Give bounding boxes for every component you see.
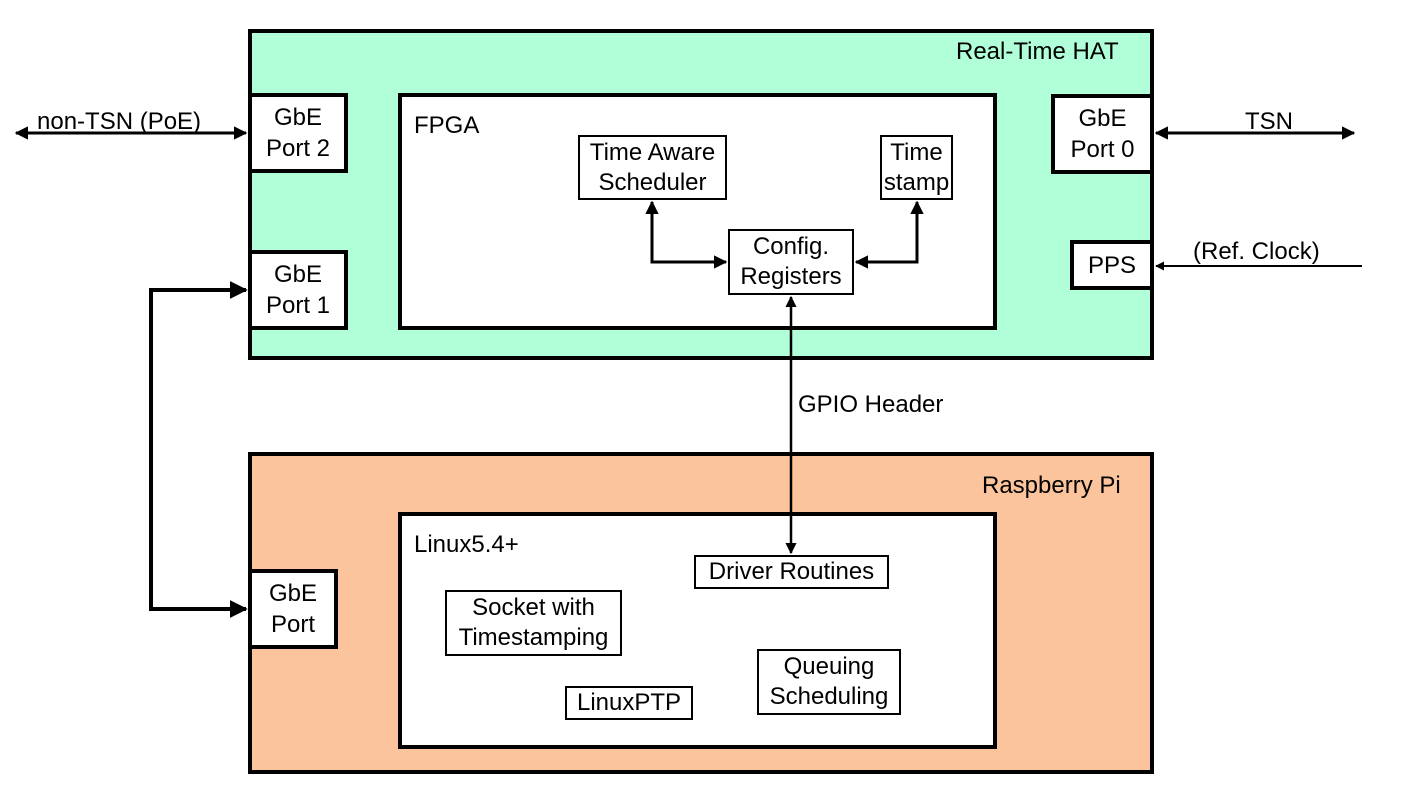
fpga-title: FPGA [414, 112, 480, 139]
tsn-label: TSN [1245, 108, 1293, 135]
linux-title: Linux5.4+ [414, 531, 519, 558]
queuing-scheduling-block: Queuing Scheduling [757, 649, 901, 715]
real-time-hat-title: Real-Time HAT [956, 38, 1119, 65]
gbe-port-1: GbE Port 1 [248, 250, 348, 330]
rpi-gbe-port: GbE Port [248, 569, 338, 649]
port1-to-rpi-port-arrow [149, 281, 248, 618]
socket-timestamping-block: Socket with Timestamping [445, 590, 622, 656]
config-registers-block: Config. Registers [728, 229, 854, 295]
non-tsn-poe-label: non-TSN (PoE) [37, 108, 202, 135]
raspberry-pi-title: Raspberry Pi [982, 472, 1121, 499]
driver-routines-block: Driver Routines [694, 555, 889, 589]
gbe-port-2: GbE Port 2 [248, 93, 348, 173]
fpga-block [398, 93, 997, 330]
time-aware-scheduler-block: Time Aware Scheduler [578, 135, 727, 200]
gpio-header-label: GPIO Header [798, 391, 944, 418]
timestamp-block: Time stamp [880, 135, 953, 200]
linuxptp-block: LinuxPTP [565, 686, 693, 720]
ref-clock-label: (Ref. Clock) [1193, 238, 1320, 265]
gbe-port-0: GbE Port 0 [1051, 94, 1154, 174]
pps-port: PPS [1070, 240, 1154, 290]
